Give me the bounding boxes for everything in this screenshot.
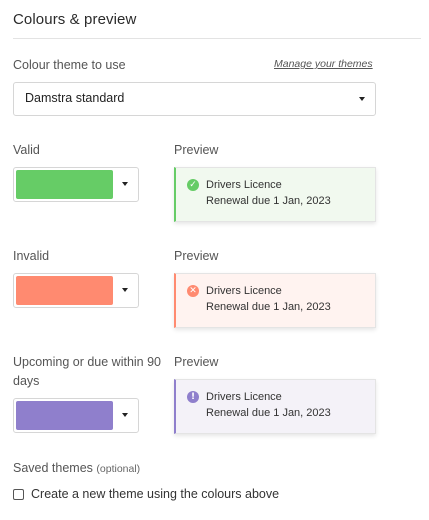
manage-themes-link[interactable]: Manage your themes	[274, 58, 373, 70]
valid-label: Valid	[13, 143, 40, 157]
upcoming-color-picker[interactable]	[13, 398, 139, 433]
chevron-down-icon	[122, 182, 128, 186]
preview-item-title: Drivers Licence	[206, 285, 282, 297]
valid-color-picker[interactable]	[13, 167, 139, 202]
x-circle-icon: ✕	[187, 285, 199, 297]
preview-item-detail: Renewal due 1 Jan, 2023	[206, 195, 331, 207]
theme-label: Colour theme to use	[13, 58, 126, 72]
theme-select[interactable]: Damstra standard	[13, 82, 376, 116]
upcoming-preview-card: ! Drivers Licence Renewal due 1 Jan, 202…	[174, 379, 376, 434]
upcoming-preview-label: Preview	[174, 355, 219, 369]
valid-preview-label: Preview	[174, 143, 219, 157]
valid-preview-card: ✓ Drivers Licence Renewal due 1 Jan, 202…	[174, 167, 376, 222]
create-theme-option[interactable]: Create a new theme using the colours abo…	[13, 486, 279, 502]
section-divider	[13, 38, 421, 39]
valid-color-swatch	[16, 170, 113, 199]
chevron-down-icon	[122, 413, 128, 417]
invalid-color-picker[interactable]	[13, 273, 139, 308]
create-theme-checkbox-label: Create a new theme using the colours abo…	[31, 487, 280, 501]
preview-item-title: Drivers Licence	[206, 179, 282, 191]
saved-themes-title: Saved themes	[13, 461, 93, 475]
preview-item-title: Drivers Licence	[206, 391, 282, 403]
invalid-label: Invalid	[13, 249, 50, 263]
invalid-preview-card: ✕ Drivers Licence Renewal due 1 Jan, 202…	[174, 273, 376, 328]
chevron-down-icon	[122, 288, 128, 292]
saved-themes-label: Saved themes (optional)	[13, 459, 140, 479]
invalid-color-swatch	[16, 276, 113, 305]
preview-item-detail: Renewal due 1 Jan, 2023	[206, 301, 331, 313]
section-title: Colours & preview	[13, 11, 137, 28]
chevron-down-icon	[359, 97, 365, 101]
optional-hint: (optional)	[96, 463, 141, 475]
upcoming-color-swatch	[16, 401, 113, 430]
invalid-preview-label: Preview	[174, 249, 219, 263]
create-theme-checkbox[interactable]	[13, 488, 24, 500]
exclamation-circle-icon: !	[187, 391, 199, 403]
upcoming-label: Upcoming or due within 90 days	[13, 355, 161, 388]
theme-select-value: Damstra standard	[25, 91, 125, 105]
check-circle-icon: ✓	[187, 179, 199, 191]
preview-item-detail: Renewal due 1 Jan, 2023	[206, 407, 331, 419]
